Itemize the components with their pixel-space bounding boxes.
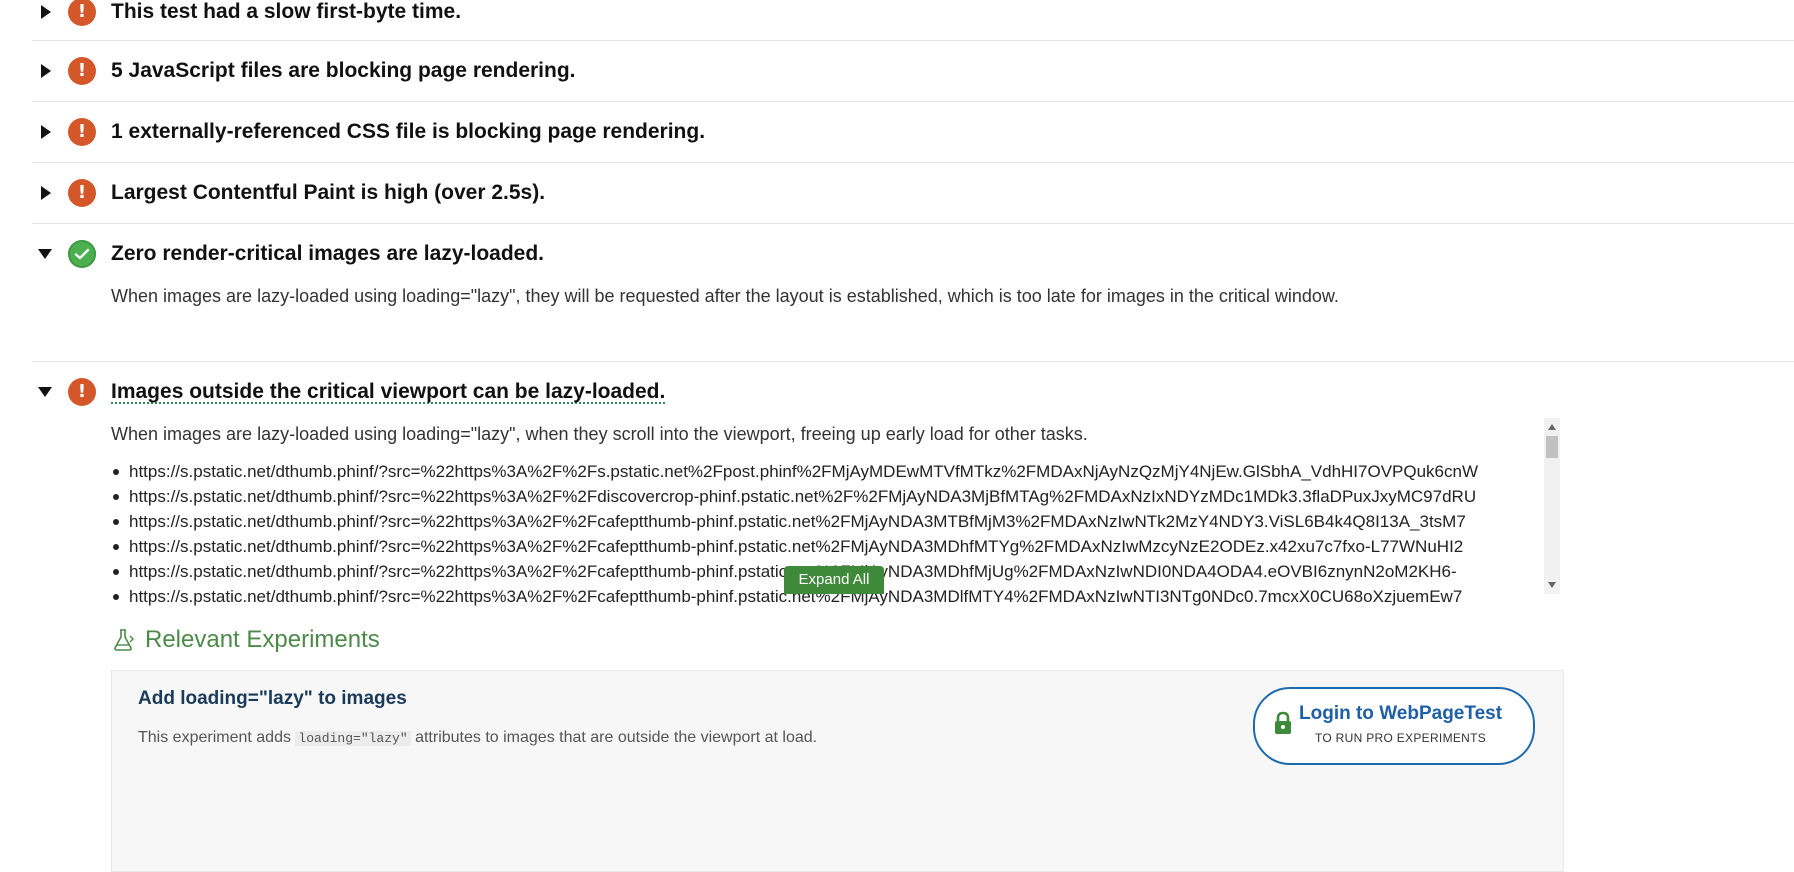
collapse-triangle-icon[interactable] — [38, 246, 54, 262]
check-offscreen-lazy: Images outside the critical viewport can… — [32, 362, 1794, 621]
checks-list: This test had a slow first-byte time. 5 … — [32, 0, 1794, 621]
login-button-label: Login to WebPageTest — [1299, 703, 1503, 724]
experiment-description: This experiment adds loading="lazy" attr… — [138, 729, 818, 746]
scrollbar-thumb[interactable] — [1546, 436, 1558, 458]
login-button[interactable]: Login to WebPageTest TO RUN PRO EXPERIME… — [1253, 687, 1535, 765]
expand-triangle-icon[interactable] — [38, 4, 54, 20]
relevant-experiments-section: Relevant Experiments — [111, 620, 380, 660]
check-title[interactable]: Images outside the critical viewport can… — [111, 380, 665, 404]
check-slow-first-byte[interactable]: This test had a slow first-byte time. — [32, 0, 1794, 41]
vertical-scrollbar[interactable] — [1544, 418, 1560, 594]
check-title[interactable]: Largest Contentful Paint is high (over 2… — [111, 181, 545, 205]
warning-icon — [68, 0, 96, 26]
check-circle-icon — [68, 240, 96, 268]
check-description: When images are lazy-loaded using loadin… — [111, 424, 1088, 444]
warning-icon — [68, 57, 96, 85]
experiment-card: Add loading="lazy" to images This experi… — [111, 670, 1564, 872]
check-title[interactable]: 1 externally-referenced CSS file is bloc… — [111, 120, 705, 144]
expand-triangle-icon[interactable] — [38, 124, 54, 140]
expand-triangle-icon[interactable] — [38, 185, 54, 201]
list-item: https://s.pstatic.net/dthumb.phinf/?src=… — [111, 509, 1561, 534]
collapse-triangle-icon[interactable] — [38, 384, 54, 400]
check-title[interactable]: 5 JavaScript files are blocking page ren… — [111, 59, 576, 83]
experiment-title: Add loading="lazy" to images — [138, 688, 407, 709]
section-heading: Relevant Experiments — [145, 626, 380, 653]
check-description: When images are lazy-loaded using loadin… — [111, 286, 1339, 306]
warning-icon — [68, 378, 96, 406]
expand-all-button[interactable]: Expand All — [784, 566, 884, 594]
list-item: https://s.pstatic.net/dthumb.phinf/?src=… — [111, 534, 1561, 559]
check-title[interactable]: This test had a slow first-byte time. — [111, 0, 461, 24]
login-button-sublabel: TO RUN PRO EXPERIMENTS — [1315, 731, 1487, 745]
check-blocking-js[interactable]: 5 JavaScript files are blocking page ren… — [32, 41, 1794, 102]
list-item: https://s.pstatic.net/dthumb.phinf/?src=… — [111, 484, 1561, 509]
scroll-down-arrow-icon[interactable] — [1548, 582, 1556, 588]
check-critical-lazy: Zero render-critical images are lazy-loa… — [32, 224, 1794, 362]
warning-icon — [68, 118, 96, 146]
url-list-scroll-area[interactable]: https://s.pstatic.net/dthumb.phinf/?src=… — [111, 459, 1561, 621]
check-blocking-css[interactable]: 1 externally-referenced CSS file is bloc… — [32, 102, 1794, 163]
list-item: https://s.pstatic.net/dthumb.phinf/?src=… — [111, 459, 1561, 484]
lock-icon — [1275, 711, 1291, 734]
warning-icon — [68, 179, 96, 207]
code-snippet: loading="lazy" — [295, 731, 411, 746]
check-title[interactable]: Zero render-critical images are lazy-loa… — [111, 242, 544, 266]
flask-icon — [114, 629, 134, 651]
scroll-up-arrow-icon[interactable] — [1548, 424, 1556, 430]
check-lcp-high[interactable]: Largest Contentful Paint is high (over 2… — [32, 163, 1794, 224]
expand-triangle-icon[interactable] — [38, 63, 54, 79]
